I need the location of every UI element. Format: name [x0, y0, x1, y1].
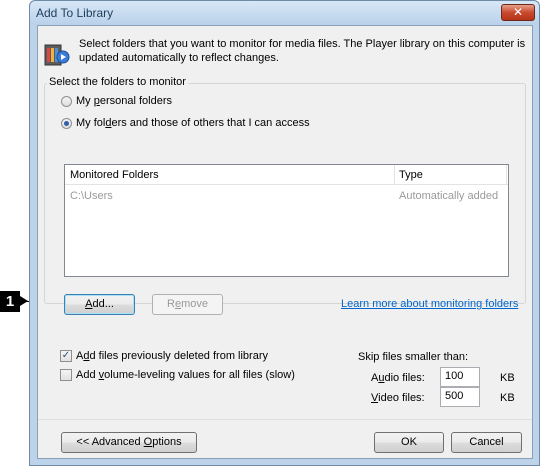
add-folder-button[interactable]: Add... [64, 294, 135, 315]
row-folder-path: C:\Users [70, 190, 113, 202]
skip-files-label: Skip files smaller than: [358, 351, 469, 363]
column-monitored-folders[interactable]: Monitored Folders [70, 169, 159, 181]
audio-size-input[interactable]: 100 [440, 367, 480, 387]
audio-unit-label: KB [500, 372, 515, 384]
step-callout-badge: 1 [0, 291, 20, 312]
ok-button[interactable]: OK [374, 432, 444, 453]
close-button[interactable]: ✕ [501, 4, 535, 21]
checkbox-add-deleted-files-label: Add files previously deleted from librar… [76, 350, 268, 362]
learn-more-link[interactable]: Learn more about monitoring folders [341, 298, 518, 310]
column-separator[interactable] [394, 165, 395, 184]
checkbox-volume-leveling-label: Add volume-leveling values for all files… [76, 369, 295, 381]
checkbox-add-deleted-files-box[interactable]: ✓ [60, 350, 72, 362]
video-files-label: Video files: [371, 392, 425, 404]
cancel-button[interactable]: Cancel [451, 432, 522, 453]
title-bar: Add To Library ✕ [30, 1, 539, 25]
video-size-input[interactable]: 500 [440, 387, 480, 407]
video-unit-label: KB [500, 392, 515, 404]
monitored-folders-list[interactable]: Monitored Folders Type C:\Users Automati… [64, 164, 509, 277]
footer-separator [38, 419, 532, 420]
advanced-options-button[interactable]: << Advanced Options [61, 432, 197, 453]
audio-files-label: Audio files: [371, 372, 425, 384]
header-description: Select folders that you want to monitor … [79, 38, 526, 64]
radio-all-folders-button[interactable] [61, 117, 72, 129]
checkbox-add-deleted-files[interactable]: ✓ Add files previously deleted from libr… [60, 350, 268, 362]
row-folder-type: Automatically added [399, 190, 499, 202]
dialog-body: Select folders that you want to monitor … [37, 25, 533, 459]
radio-personal-folders-button[interactable] [61, 95, 72, 107]
library-icon [44, 44, 70, 66]
list-header: Monitored Folders Type [65, 165, 508, 185]
checkbox-volume-leveling[interactable]: Add volume-leveling values for all files… [60, 369, 295, 381]
checkbox-volume-leveling-box[interactable] [60, 369, 72, 381]
add-to-library-dialog: Add To Library ✕ Select folders that you… [29, 0, 540, 466]
column-separator[interactable] [506, 165, 507, 184]
radio-all-folders-label: My folders and those of others that I ca… [76, 117, 310, 129]
radio-personal-folders[interactable]: My personal folders [61, 95, 172, 107]
window-title: Add To Library [36, 6, 114, 20]
remove-folder-button[interactable]: Remove [152, 294, 223, 315]
radio-personal-folders-label: My personal folders [76, 95, 173, 107]
folders-group-legend: Select the folders to monitor [47, 76, 188, 88]
radio-all-folders[interactable]: My folders and those of others that I ca… [61, 117, 310, 129]
folders-group: Select the folders to monitor My persona… [44, 76, 526, 315]
column-type[interactable]: Type [399, 169, 423, 181]
